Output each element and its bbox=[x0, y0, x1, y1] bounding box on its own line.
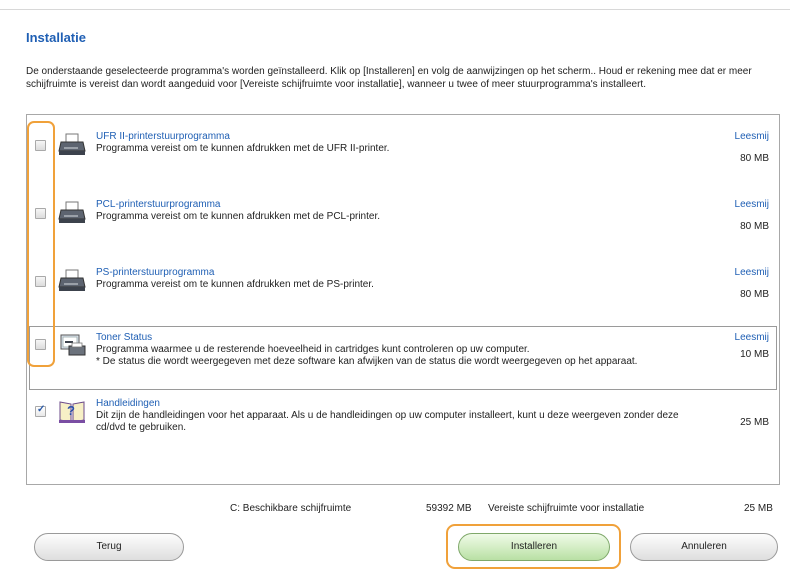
program-size: 10 MB bbox=[740, 349, 769, 360]
toner-status-icon bbox=[57, 332, 87, 358]
page-title: Installatie bbox=[26, 30, 86, 45]
readme-link[interactable]: Leesmij bbox=[735, 199, 769, 210]
list-item-pcl: PCL-printerstuurprogramma Programma vere… bbox=[27, 197, 779, 247]
cancel-button[interactable]: Annuleren bbox=[630, 533, 778, 561]
program-name[interactable]: Toner Status bbox=[96, 332, 152, 343]
program-description: Programma vereist om te kunnen afdrukken… bbox=[96, 143, 390, 154]
list-item-ufr2: UFR II-printerstuurprogramma Programma v… bbox=[27, 129, 779, 179]
program-size: 80 MB bbox=[740, 153, 769, 164]
program-description: Programma vereist om te kunnen afdrukken… bbox=[96, 279, 374, 290]
install-highlight bbox=[446, 524, 621, 569]
program-description: Programma vereist om te kunnen afdrukken… bbox=[96, 211, 381, 222]
readme-link[interactable]: Leesmij bbox=[735, 332, 769, 343]
program-name[interactable]: UFR II-printerstuurprogramma bbox=[96, 131, 230, 142]
readme-link[interactable]: Leesmij bbox=[735, 131, 769, 142]
checkbox-highlight bbox=[27, 121, 55, 367]
list-item-ps: PS-printerstuurprogramma Programma verei… bbox=[27, 265, 779, 315]
help-book-icon: ? bbox=[57, 398, 87, 424]
printer-icon bbox=[57, 201, 87, 227]
readme-link[interactable]: Leesmij bbox=[735, 267, 769, 278]
program-note: * De status die wordt weergegeven met de… bbox=[96, 356, 638, 367]
available-space-value: 59392 MB bbox=[426, 503, 472, 514]
program-list[interactable]: UFR II-printerstuurprogramma Programma v… bbox=[26, 114, 780, 485]
required-space-value: 25 MB bbox=[744, 503, 773, 514]
checkmark-icon: ✓ bbox=[37, 404, 46, 415]
program-description: Dit zijn de handleidingen voor het appar… bbox=[96, 410, 679, 433]
required-space-label: Vereiste schijfruimte voor installatie bbox=[488, 503, 645, 514]
list-item-manuals: ✓ ? Handleidingen Dit zijn de handleidin… bbox=[27, 397, 779, 447]
program-name[interactable]: Handleidingen bbox=[96, 398, 160, 409]
program-description: Programma waarmee u de resterende hoevee… bbox=[96, 344, 530, 355]
printer-icon bbox=[57, 133, 87, 159]
intro-text: De onderstaande geselecteerde programma'… bbox=[26, 66, 752, 90]
top-divider bbox=[0, 9, 790, 10]
program-size: 80 MB bbox=[740, 221, 769, 232]
available-space-label: C: Beschikbare schijfruimte bbox=[230, 503, 352, 514]
list-item-toner-status: Toner Status Programma waarmee u de rest… bbox=[27, 331, 779, 389]
program-size: 80 MB bbox=[740, 289, 769, 300]
svg-text:?: ? bbox=[67, 403, 75, 418]
checkbox-manuals[interactable]: ✓ bbox=[35, 404, 46, 417]
program-name[interactable]: PCL-printerstuurprogramma bbox=[96, 199, 221, 210]
program-size: 25 MB bbox=[740, 417, 769, 428]
program-name[interactable]: PS-printerstuurprogramma bbox=[96, 267, 214, 278]
back-button[interactable]: Terug bbox=[34, 533, 184, 561]
printer-icon bbox=[57, 269, 87, 295]
